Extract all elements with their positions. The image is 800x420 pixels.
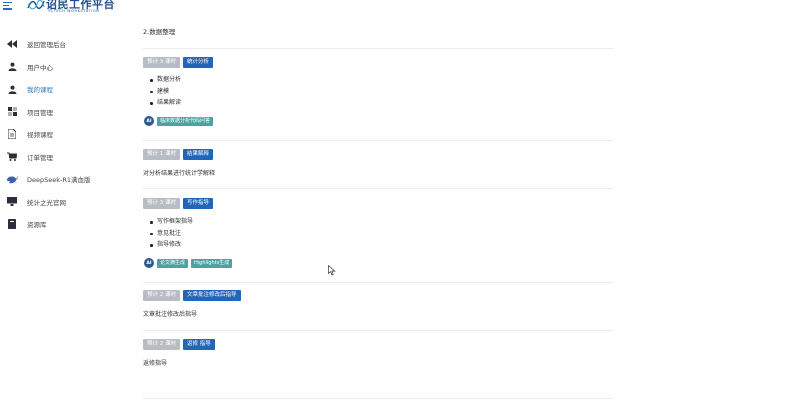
divider: [143, 48, 613, 49]
sidebar-item-orders[interactable]: 订单管理: [0, 146, 130, 169]
module-bullet-list: 数据分析 建模 结果解读: [149, 74, 181, 109]
course-block-tags: 预计 3 课时 统计分析: [143, 57, 214, 68]
ai-tools-row: AI 论文摘生成 Highlights生成: [144, 258, 233, 268]
list-item: 意见批注: [149, 228, 193, 240]
sidebar-item-resources[interactable]: 资源库: [0, 213, 130, 236]
menu-toggle-icon[interactable]: [3, 2, 12, 10]
module-bullet-list: 写作框架指导 意见批注 指导修改: [149, 216, 193, 251]
module-description: 返修指导: [143, 360, 168, 367]
ai-tool-tag[interactable]: Highlights生成: [191, 258, 233, 268]
hours-badge: 预计 2 课时: [143, 339, 180, 350]
course-block-tags: 预计 3 课时 写作指导: [143, 198, 214, 209]
list-item: 数据分析: [149, 74, 181, 86]
sidebar-item-official-site[interactable]: 统计之光官网: [0, 191, 130, 214]
sidebar-item-my-courses[interactable]: 我的课程: [0, 78, 130, 101]
module-description: 文章批注修改后指导: [143, 311, 198, 318]
module-tag[interactable]: 文章批注修改后指导: [183, 290, 241, 301]
module-description: 对分析结果进行统计学解释: [143, 170, 216, 177]
sidebar-item-label: DeepSeek-R1满血版: [27, 176, 91, 185]
divider: [143, 330, 613, 331]
list-item: 结果解读: [149, 97, 181, 109]
whale-icon: [6, 173, 18, 185]
sidebar-item-label: 项目管理: [27, 108, 53, 117]
sidebar-item-user-center[interactable]: 用户中心: [0, 56, 130, 79]
document-icon: [6, 128, 18, 140]
course-block-tags: 预计 1 课时 结果解释: [143, 149, 214, 160]
ai-tool-tag[interactable]: 临床数据分析代码问答: [157, 116, 214, 126]
divider: [143, 140, 613, 141]
list-item: 指导修改: [149, 239, 193, 251]
sidebar-item-label: 统计之光官网: [27, 198, 66, 207]
hours-badge: 预计 3 课时: [143, 57, 180, 68]
list-item: 写作框架指导: [149, 216, 193, 228]
user-course-icon: [6, 83, 18, 95]
sidebar-item-video-courses[interactable]: 视频课程: [0, 123, 130, 146]
logo-icon: [27, 0, 45, 10]
module-tag[interactable]: 返修 指导: [183, 339, 215, 350]
sidebar-nav: 返回管理后台 用户中心 我的课程 项目管理 视频课程 订单管理 DeepSeek…: [0, 33, 130, 236]
back-double-arrow-icon: [6, 38, 18, 50]
cart-icon: [6, 151, 18, 163]
ai-avatar-icon: AI: [144, 258, 154, 268]
book-icon: [6, 218, 18, 230]
mouse-cursor-icon: [328, 265, 336, 276]
sidebar-item-label: 视频课程: [27, 131, 53, 140]
sidebar-item-label: 返回管理后台: [27, 41, 66, 50]
list-item: 建模: [149, 86, 181, 98]
course-block-tags: 预计 2 课时 返修 指导: [143, 339, 215, 350]
course-block-tags: 预计 2 课时 文章批注修改后指导: [143, 290, 241, 301]
sidebar-item-back-admin[interactable]: 返回管理后台: [0, 33, 130, 56]
module-tag[interactable]: 写作指导: [183, 198, 214, 209]
monitor-icon: [6, 196, 18, 208]
ai-tool-tag[interactable]: 论文摘生成: [157, 258, 189, 268]
brand-subtitle: YCTECH WORKSTATION: [48, 9, 100, 13]
sidebar-item-label: 用户中心: [27, 63, 53, 72]
hours-badge: 预计 2 课时: [143, 290, 180, 301]
sidebar-item-label: 我的课程: [27, 86, 53, 95]
hours-badge: 预计 1 课时: [143, 149, 180, 160]
sidebar-item-label: 资源库: [27, 221, 47, 230]
section-title: 2.数据整理: [143, 28, 176, 36]
divider: [143, 188, 613, 189]
sidebar-item-deepseek[interactable]: DeepSeek-R1满血版: [0, 168, 130, 191]
sidebar: 诏民工作平台 YCTECH WORKSTATION 返回管理后台 用户中心 我的…: [0, 0, 130, 420]
divider: [143, 282, 613, 283]
course-detail: 2.数据整理 预计 3 课时 统计分析 数据分析 建模 结果解读 AI 临床数据…: [143, 0, 613, 420]
ai-tools-row: AI 临床数据分析代码问答: [144, 116, 214, 126]
module-tag[interactable]: 统计分析: [183, 57, 214, 68]
module-tag[interactable]: 结果解释: [183, 149, 214, 160]
sidebar-item-projects[interactable]: 项目管理: [0, 101, 130, 124]
project-icon: [6, 106, 18, 118]
ai-avatar-icon: AI: [144, 116, 154, 126]
brand-header: 诏民工作平台 YCTECH WORKSTATION: [0, 0, 130, 14]
hours-badge: 预计 3 课时: [143, 198, 180, 209]
sidebar-item-label: 订单管理: [27, 153, 53, 162]
user-icon: [6, 61, 18, 73]
divider: [143, 398, 613, 399]
